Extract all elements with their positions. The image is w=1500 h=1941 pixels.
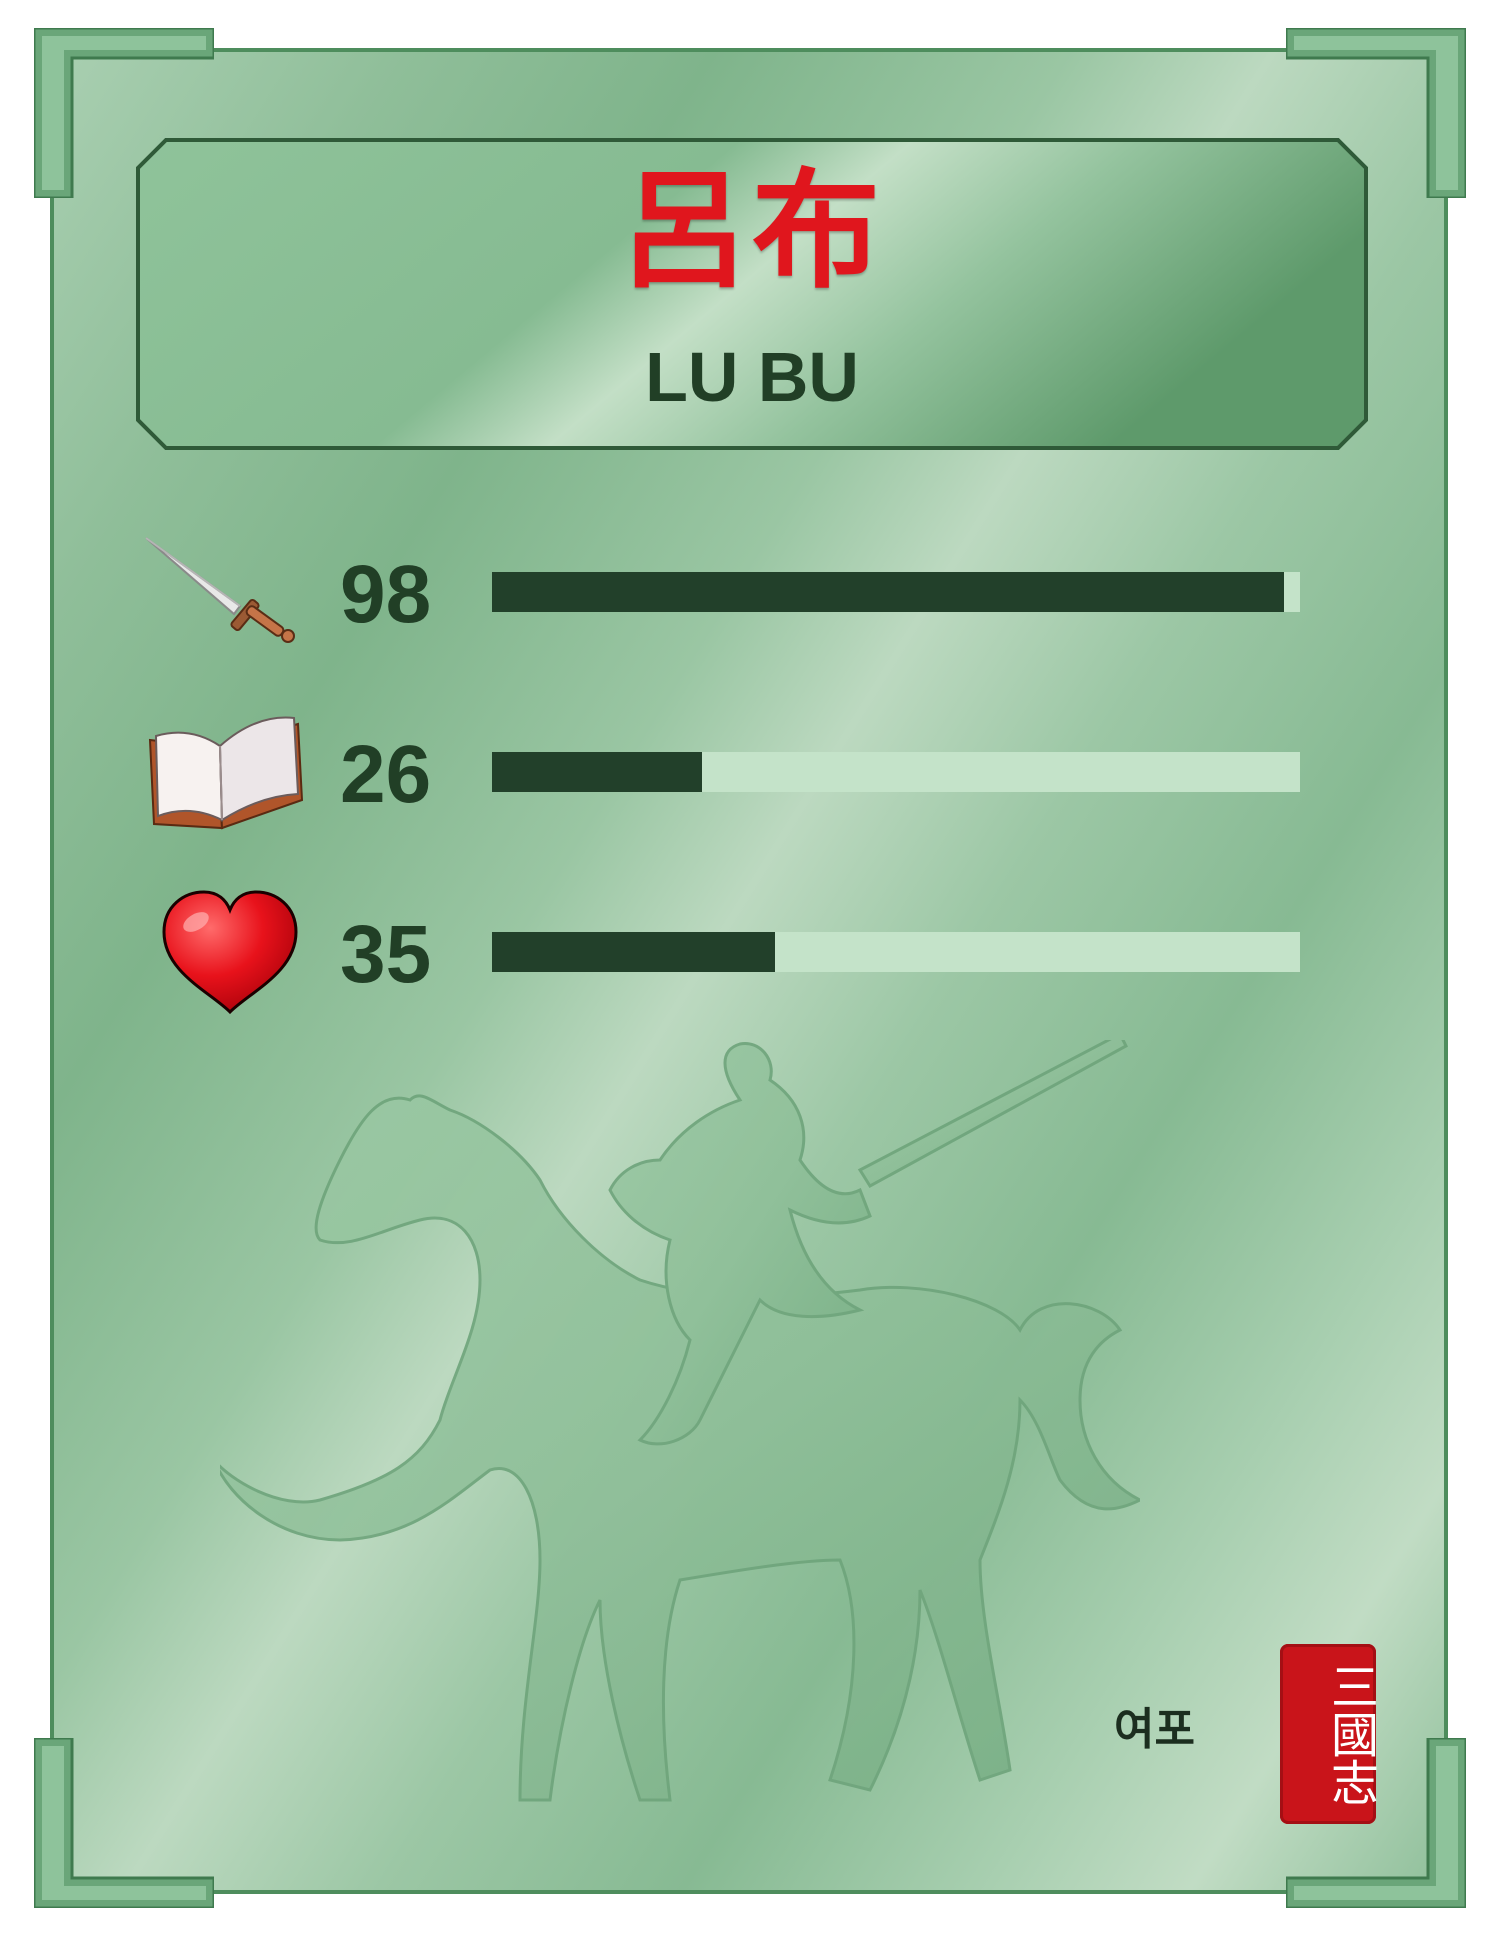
corner-ornament-bottom-left <box>34 1738 214 1908</box>
charm-bar <box>492 932 1300 972</box>
strength-bar-fill <box>492 572 1284 612</box>
strength-value: 98 <box>340 549 432 640</box>
stat-row-intelligence: 26 <box>140 700 1300 840</box>
general-name-english: LU BU <box>645 338 859 416</box>
heart-icon <box>140 880 310 1020</box>
strength-bar <box>492 572 1300 612</box>
charm-bar-fill <box>492 932 775 972</box>
horse-rider-silhouette <box>220 1040 1140 1840</box>
stat-row-charm: 35 <box>140 880 1300 1020</box>
intelligence-bar-fill <box>492 752 703 792</box>
intelligence-value: 26 <box>340 729 432 820</box>
general-name-korean: 여포 <box>1114 1704 1195 1755</box>
intelligence-bar <box>492 752 1300 792</box>
name-plate: 呂布 LU BU <box>136 138 1368 450</box>
three-kingdoms-seal: 三國志 <box>1280 1644 1378 1824</box>
book-icon <box>140 700 310 840</box>
general-name-chinese: 呂布 <box>619 157 884 306</box>
stat-row-strength: 98 <box>140 520 1300 660</box>
sword-icon <box>140 520 310 660</box>
charm-value: 35 <box>340 909 432 1000</box>
seal-text: 三國志 <box>1322 1662 1378 1806</box>
